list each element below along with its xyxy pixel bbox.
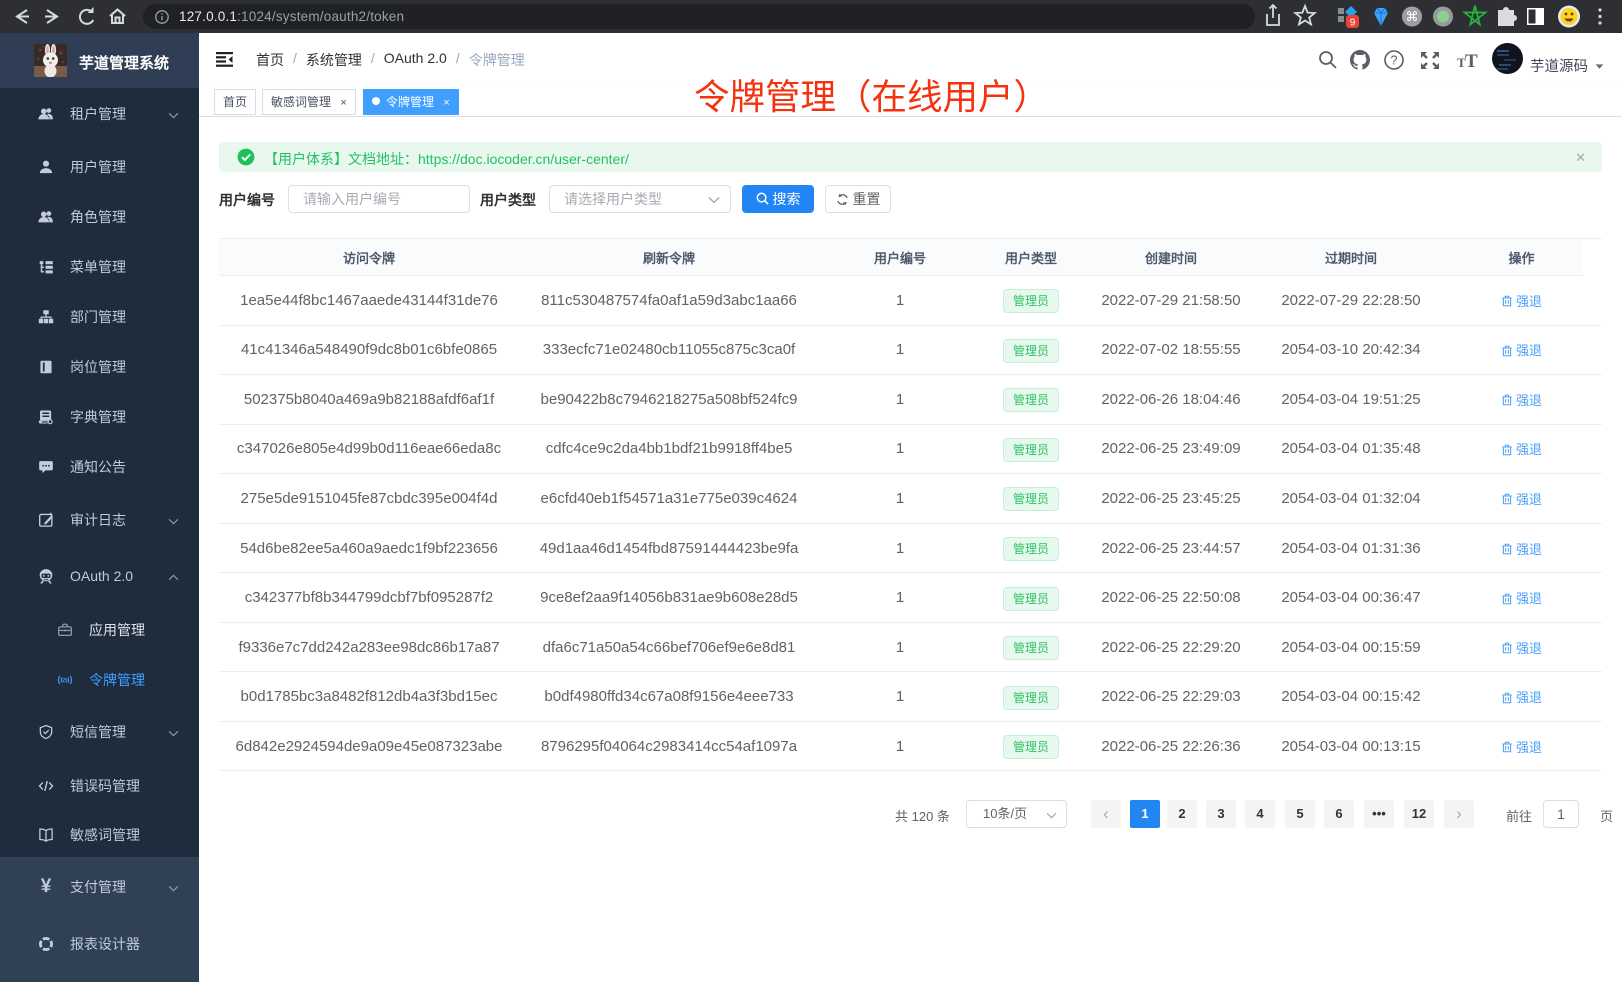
svg-text:?: ? bbox=[1391, 54, 1398, 68]
svg-text:9: 9 bbox=[1350, 18, 1356, 29]
svg-text:⌘: ⌘ bbox=[1406, 9, 1419, 24]
svg-text:a: a bbox=[63, 676, 68, 685]
svg-text:T: T bbox=[1465, 51, 1478, 72]
